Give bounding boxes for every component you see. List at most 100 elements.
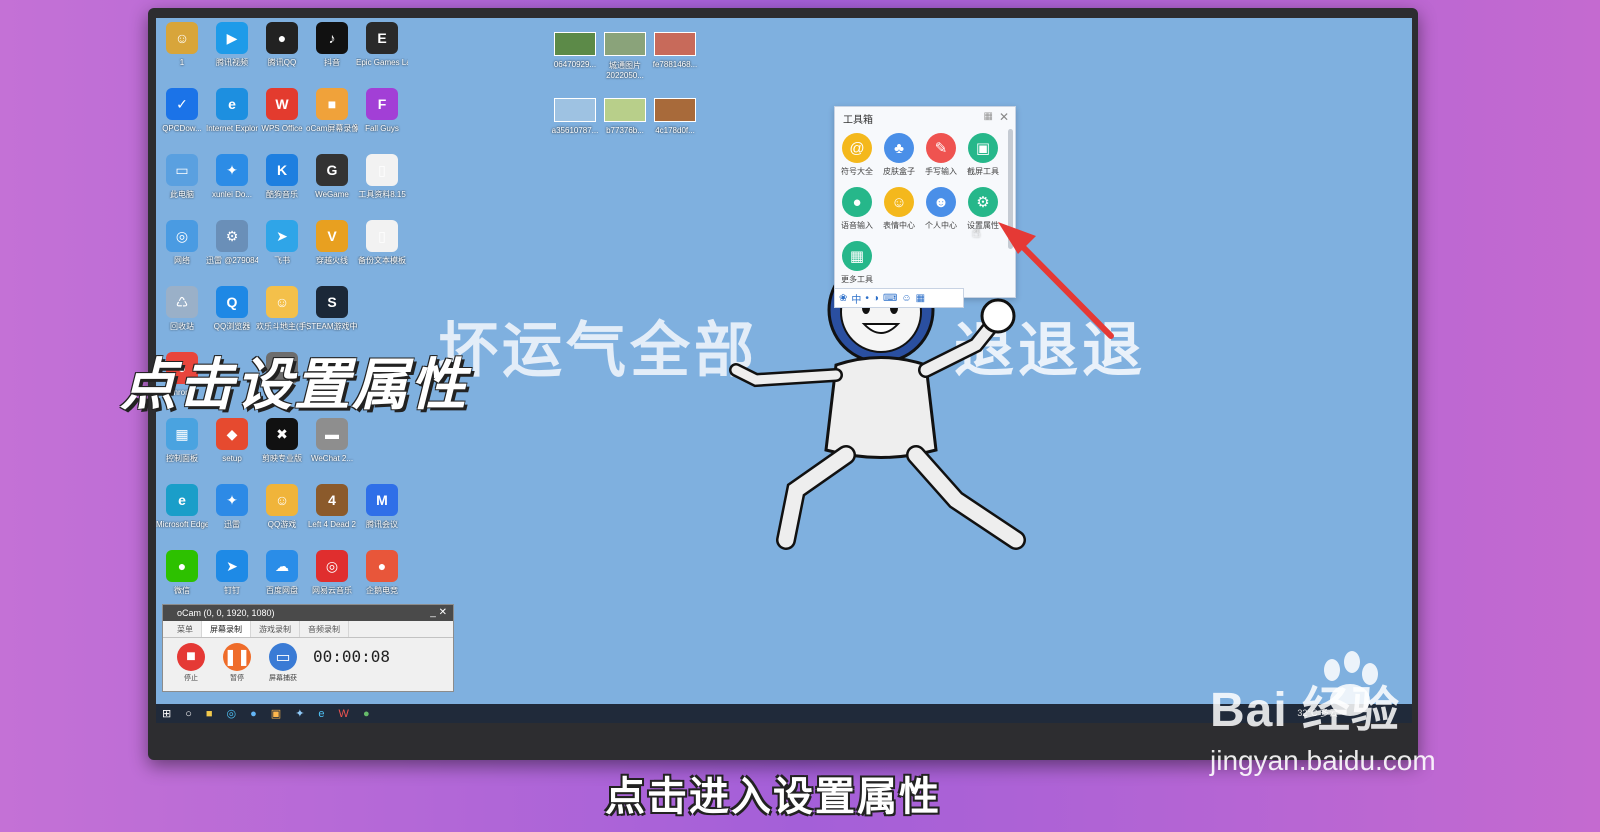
desktop-icon[interactable]: ◎ 网络 — [156, 220, 208, 282]
keyboard-icon[interactable]: ⌨ — [883, 293, 897, 304]
ocam-tab[interactable]: 菜单 — [169, 621, 202, 637]
app-icon: W — [266, 88, 298, 120]
desktop-icon[interactable]: e Internet Explorer — [206, 88, 258, 150]
toolbox-item[interactable]: ♣ 皮肤盒子 — [877, 133, 921, 177]
image-file-thumbnail[interactable] — [554, 98, 596, 122]
ocam-tab[interactable]: 音频录制 — [300, 621, 349, 637]
desktop-icon[interactable]: ✓ QPCDow... — [156, 88, 208, 150]
ocam-title-text: oCam (0, 0, 1920, 1080) — [177, 608, 275, 618]
desktop-icon-label: Microsoft Edge — [156, 520, 208, 529]
window-controls[interactable]: _ ✕ — [430, 605, 447, 621]
desktop-icon-label: 钉钉 — [224, 586, 240, 595]
wechat-taskbar-icon[interactable]: ● — [363, 708, 370, 720]
image-file-thumbnail[interactable] — [654, 32, 696, 56]
desktop-icon[interactable]: F Fall Guys — [356, 88, 408, 150]
desktop-icon[interactable]: ☺ 欢乐斗地主(手游电脑版) — [256, 286, 308, 348]
punctuation-icon[interactable]: • — [865, 293, 869, 304]
user-icon[interactable]: ☺ — [901, 293, 911, 304]
toolbox-item[interactable]: ● 语音输入 — [835, 187, 879, 231]
desktop-icon[interactable]: ✦ 迅雷 — [206, 484, 258, 546]
desktop-icon[interactable]: S STEAM游戏中心 — [306, 286, 358, 348]
recording-timer: 00:00:08 — [313, 647, 391, 666]
app-icon: ● — [366, 550, 398, 582]
ocam-action-button[interactable]: ▭ 屏幕捕获 — [265, 643, 301, 683]
ocam-action-button[interactable]: ❚❚ 暂停 — [219, 643, 255, 683]
image-file-thumbnail[interactable] — [604, 32, 646, 56]
desktop-icon[interactable]: ☺ QQ游戏 — [256, 484, 308, 546]
desktop-icon[interactable]: ♪ 抖音 — [306, 22, 358, 84]
desktop-icon-label: STEAM游戏中心 — [306, 322, 358, 331]
toolbox-item[interactable]: ▣ 截屏工具 — [961, 133, 1005, 177]
desktop-icon[interactable]: ● 腾讯QQ — [256, 22, 308, 84]
toolbox-item[interactable]: ▦ 更多工具 — [835, 241, 879, 285]
desktop-icon-label: Left 4 Dead 2 — [307, 520, 357, 529]
toolbox-grid-icon[interactable]: ▦ — [916, 293, 925, 304]
ime-mode-toggle[interactable]: 中 — [851, 291, 861, 306]
desktop-icon[interactable]: V 穿越火线 — [306, 220, 358, 282]
image-file-thumbnail[interactable] — [604, 98, 646, 122]
toolbox-item[interactable]: ☻ 个人中心 — [919, 187, 963, 231]
paw-icon[interactable]: ❀ — [839, 293, 847, 304]
desktop-icon[interactable]: E Epic Games Launcher — [356, 22, 408, 84]
sphere-browser-icon[interactable]: ● — [250, 708, 257, 720]
desktop-icon-label: 网易云音乐 — [312, 586, 352, 595]
desktop-icon[interactable]: 4 Left 4 Dead 2 — [306, 484, 358, 546]
edge-taskbar-icon[interactable]: e — [318, 708, 324, 720]
desktop-icon[interactable]: ● 企鹅电竞 — [356, 550, 408, 612]
toolbox-item-label: 语音输入 — [841, 221, 873, 230]
ocam-tab[interactable]: 游戏录制 — [251, 621, 300, 637]
desktop-icon[interactable]: ▭ 此电脑 — [156, 154, 208, 216]
desktop-icon[interactable]: ▬ WeChat 2... — [306, 418, 358, 480]
desktop-icon[interactable]: ■ oCam屏幕录像 — [306, 88, 358, 150]
grid-icon[interactable]: ▦ — [984, 111, 993, 122]
desktop-icon[interactable]: ◆ setup — [206, 418, 258, 480]
desktop-icon[interactable]: K 酷狗音乐 — [256, 154, 308, 216]
ocam-tab[interactable]: 屏幕录制 — [202, 621, 251, 637]
desktop-icon[interactable]: ▶ 腾讯视频 — [206, 22, 258, 84]
toolbox-item[interactable]: ☺ 表情中心 — [877, 187, 921, 231]
desktop-icon[interactable]: Q QQ浏览器 — [206, 286, 258, 348]
ime-status-bar: ❀ 中 • ◑ ⌨ ☺ ▦ — [834, 288, 964, 308]
desktop-icon[interactable]: e Microsoft Edge — [156, 484, 208, 546]
feather-icon[interactable]: ✦ — [295, 707, 304, 720]
desktop-icon[interactable]: ✦ xunlei Do... — [206, 154, 258, 216]
app-icon: V — [316, 220, 348, 252]
desktop-icon[interactable]: ☺ 1 — [156, 22, 208, 84]
desktop-icon[interactable]: ● 微信 — [156, 550, 208, 612]
desktop-icon[interactable]: W WPS Office — [256, 88, 308, 150]
app-icon: ♺ — [166, 286, 198, 318]
browser-icon[interactable]: ◎ — [227, 707, 237, 720]
desktop-icon[interactable]: ▯ 备份文本模板 — [356, 220, 408, 282]
desktop-icon-label: 腾讯视频 — [216, 58, 248, 67]
close-icon[interactable]: ✕ — [999, 110, 1009, 124]
image-file-thumbnail[interactable] — [554, 32, 596, 56]
desktop-icon[interactable]: G WeGame — [306, 154, 358, 216]
desktop-icon[interactable]: ➤ 钉钉 — [206, 550, 258, 612]
toolbox-item[interactable]: ⚙ 设置属性 — [961, 187, 1005, 231]
file-explorer-icon[interactable]: ■ — [206, 708, 213, 720]
desktop-icon[interactable]: ▦ 控制面板 — [156, 418, 208, 480]
desktop-icon[interactable]: ☁ 百度网盘 — [256, 550, 308, 612]
toolbox-item[interactable]: @ 符号大全 — [835, 133, 879, 177]
desktop-icon[interactable]: ◎ 网易云音乐 — [306, 550, 358, 612]
ocam-action-button[interactable]: ■ 停止 — [173, 643, 209, 683]
desktop-icon[interactable]: ♺ 回收站 — [156, 286, 208, 348]
toolbox-item[interactable]: ✎ 手写输入 — [919, 133, 963, 177]
toolbox-scrollbar[interactable] — [1008, 129, 1013, 249]
desktop-icon[interactable]: ⚙ 迅雷 @279084... — [206, 220, 258, 282]
ocam-recorder-window: oCam (0, 0, 1920, 1080) _ ✕ 菜单 屏幕录制 游戏录制 音频… — [162, 604, 454, 692]
desktop-icon[interactable]: ▯ 工具资料8.15 — [356, 154, 408, 216]
desktop-icon[interactable]: M 腾讯会议 — [356, 484, 408, 546]
fullwidth-icon[interactable]: ◑ — [873, 293, 879, 304]
search-icon[interactable]: ○ — [185, 708, 192, 720]
wps-taskbar-icon[interactable]: W — [339, 708, 349, 720]
app-icon: ☺ — [266, 484, 298, 516]
image-file-thumbnail[interactable] — [654, 98, 696, 122]
app-icon: ● — [266, 22, 298, 54]
toolbox-item-icon: ▦ — [842, 241, 872, 271]
desktop-icon[interactable]: ✖ 剪映专业版 — [256, 418, 308, 480]
ocam-taskbar-icon[interactable]: ▣ — [271, 707, 281, 720]
toolbox-item-label: 截屏工具 — [967, 167, 999, 176]
desktop-icon[interactable]: ➤ 飞书 — [256, 220, 308, 282]
windows-start-icon[interactable]: ⊞ — [162, 707, 171, 720]
